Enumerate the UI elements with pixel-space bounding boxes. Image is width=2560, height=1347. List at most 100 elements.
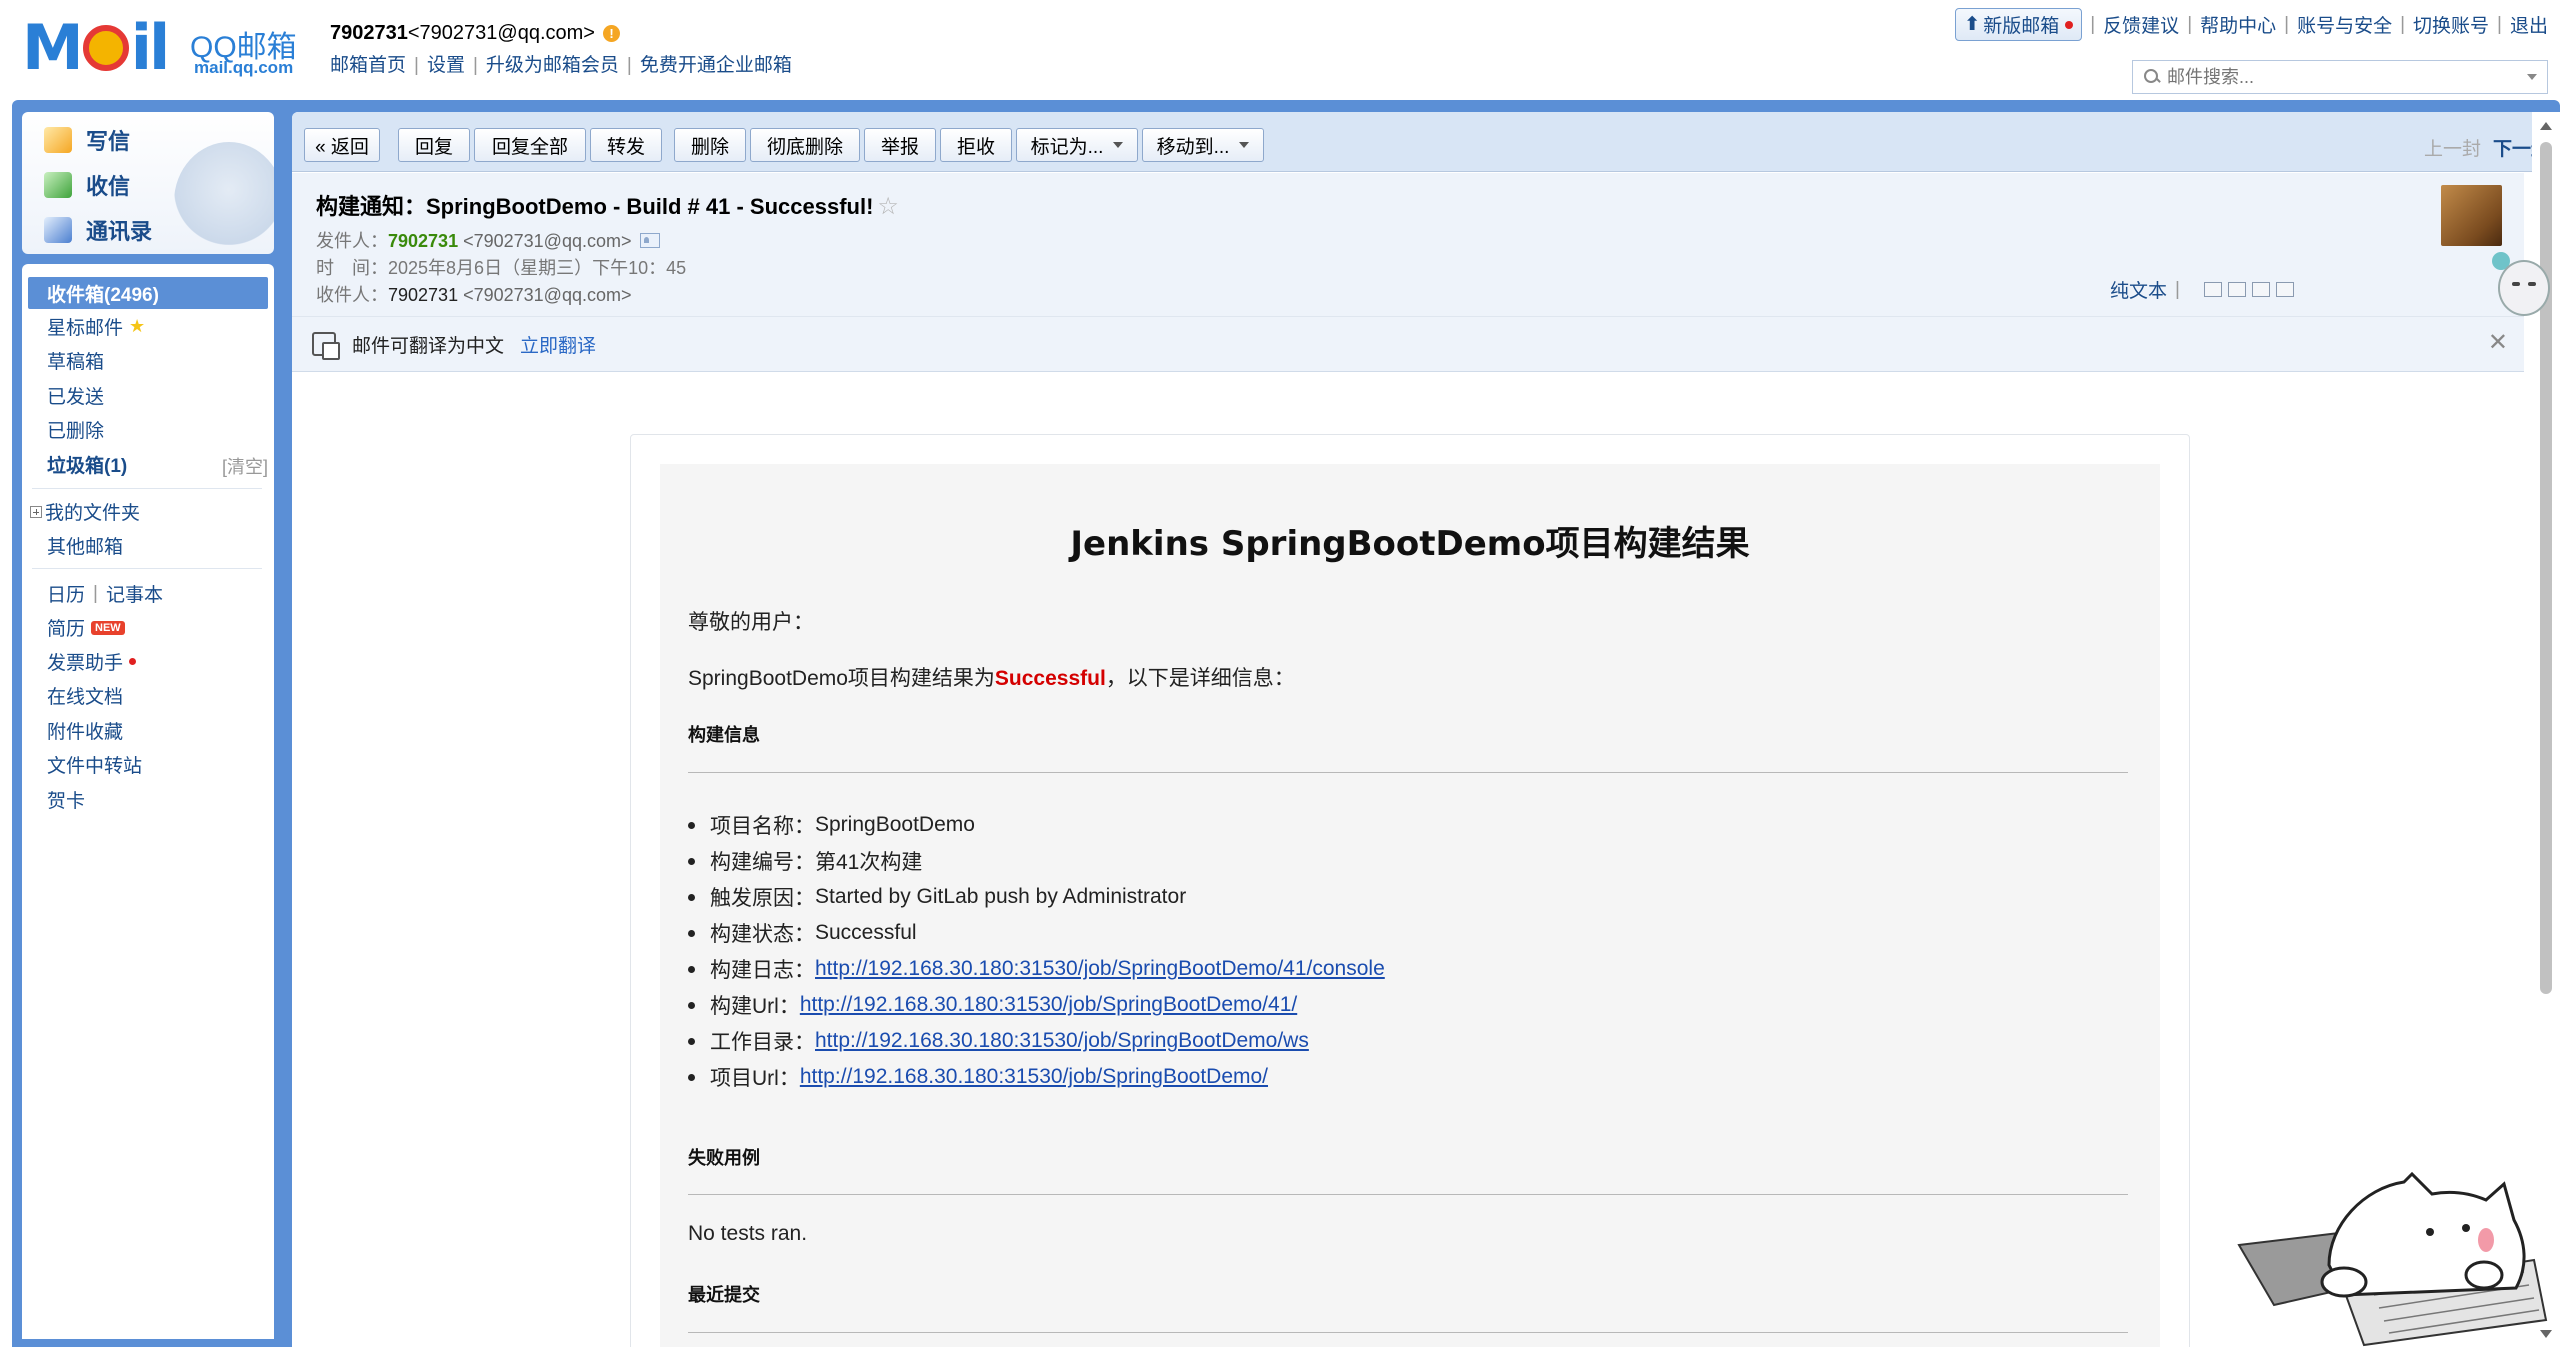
new-version-button[interactable]: ⬆ 新版邮箱 (1955, 8, 2083, 41)
expand-icon[interactable] (30, 505, 42, 518)
search-input[interactable] (2167, 66, 2527, 88)
mark-as-dropdown[interactable]: 标记为... (1016, 128, 1138, 162)
logo-domain: mail.qq.com (194, 58, 294, 77)
print-icon[interactable] (2275, 282, 2294, 297)
item-value: SpringBootDemo (815, 813, 975, 836)
plain-text-link[interactable]: 纯文本 (2110, 276, 2167, 303)
sidebar-item-docs[interactable]: 在线文档 (47, 682, 123, 709)
compose-button[interactable]: 写信 (44, 124, 130, 156)
result-status: Successful (994, 667, 1106, 690)
link-upgrade-vip[interactable]: 升级为邮箱会员 (486, 55, 619, 76)
item-label: 构建状态： (710, 923, 815, 946)
contact-card-icon[interactable] (639, 233, 660, 248)
forward-button[interactable]: 转发 (590, 128, 662, 162)
sidebar-item-junk[interactable]: 垃圾箱(1) (47, 451, 127, 478)
frame-top-bar (12, 100, 2560, 112)
expand-icon[interactable] (2227, 282, 2246, 297)
new-window-icon[interactable] (2203, 282, 2222, 297)
item-label: 工作目录： (710, 1031, 815, 1054)
sidebar-item-other-mail[interactable]: 其他邮箱 (47, 532, 123, 559)
item-label: 项目Url： (710, 1067, 800, 1090)
back-button[interactable]: « 返回 (304, 128, 380, 162)
chevron-down-icon[interactable] (2527, 74, 2537, 80)
mail-search-box[interactable] (2132, 60, 2548, 94)
item-value: 第41次构建 (815, 851, 923, 874)
my-folders-label: 我的文件夹 (45, 503, 141, 524)
item-value: Successful (815, 921, 917, 944)
link-enterprise-mail[interactable]: 免费开通企业邮箱 (640, 55, 792, 76)
sidebar-item-attachments[interactable]: 附件收藏 (47, 717, 123, 744)
save-icon[interactable] (2251, 282, 2270, 297)
list-item: 构建状态： Successful (688, 918, 917, 948)
logo-letter-m: M (22, 11, 84, 84)
sidebar-item-cards[interactable]: 贺卡 (47, 786, 85, 813)
link-switch-account[interactable]: 切换账号 (2413, 11, 2489, 38)
close-icon[interactable]: ✕ (2488, 331, 2508, 355)
sender-avatar[interactable] (2441, 185, 2502, 246)
move-to-dropdown[interactable]: 移动到... (1142, 128, 1264, 162)
report-button[interactable]: 举报 (864, 128, 936, 162)
project-url-link[interactable]: http://192.168.30.180:31530/job/SpringBo… (800, 1065, 1268, 1089)
receive-label: 收信 (86, 174, 131, 199)
link-feedback[interactable]: 反馈建议 (2103, 11, 2179, 38)
list-item: 项目名称： SpringBootDemo (688, 810, 975, 840)
sidebar-item-resume[interactable]: 简历 NEW (47, 614, 125, 641)
link-mail-home[interactable]: 邮箱首页 (330, 55, 406, 76)
warning-icon[interactable]: ! (602, 25, 620, 42)
workspace-link[interactable]: http://192.168.30.180:31530/job/SpringBo… (815, 1029, 1309, 1053)
translate-now-link[interactable]: 立即翻译 (520, 331, 596, 358)
build-url-link[interactable]: http://192.168.30.180:31530/job/SpringBo… (800, 993, 1297, 1017)
bullet-icon (688, 965, 695, 973)
top-header: Mil QQ邮箱 mail.qq.com 7902731<7902731@qq.… (0, 0, 2560, 100)
sidebar-item-starred[interactable]: 星标邮件 ★ (47, 313, 145, 340)
receive-button[interactable]: 收信 (44, 169, 130, 201)
build-info-heading: 构建信息 (688, 725, 760, 745)
logo-letters-il: il (130, 11, 170, 84)
quick-actions: 写信 收信 通讯录 (22, 112, 274, 254)
sidebar-item-calendar[interactable]: 日历 (47, 580, 85, 607)
greeting: 尊敬的用户： (688, 611, 814, 634)
sender-address: <7902731@qq.com> (463, 231, 632, 251)
mark-as-label: 标记为... (1030, 136, 1104, 158)
link-account-security[interactable]: 账号与安全 (2297, 11, 2392, 38)
recipient-name[interactable]: 7902731 (388, 285, 458, 305)
link-logout[interactable]: 退出 (2510, 11, 2548, 38)
sidebar-item-deleted[interactable]: 已删除 (47, 416, 104, 443)
sidebar-item-sent[interactable]: 已发送 (47, 382, 104, 409)
prev-mail-link[interactable]: 上一封 (2424, 139, 2481, 160)
chevron-down-icon (1239, 142, 1250, 148)
compose-icon (44, 127, 72, 153)
translate-icon (312, 332, 340, 360)
mail-body-content: Jenkins SpringBootDemo项目构建结果 尊敬的用户： Spri… (660, 464, 2160, 1347)
sidebar-item-inbox[interactable]: 收件箱(2496) (28, 277, 268, 309)
link-help[interactable]: 帮助中心 (2200, 11, 2276, 38)
scroll-up-icon[interactable] (2540, 122, 2552, 130)
new-badge: NEW (91, 620, 125, 635)
sidebar-item-file-transfer[interactable]: 文件中转站 (47, 751, 142, 778)
link-settings[interactable]: 设置 (427, 55, 465, 76)
sidebar-item-drafts[interactable]: 草稿箱 (47, 347, 104, 374)
reject-button[interactable]: 拒收 (940, 128, 1012, 162)
qq-mail-logo[interactable]: Mil QQ邮箱 mail.qq.com (22, 17, 302, 79)
item-label: 项目名称： (710, 815, 815, 838)
resume-label: 简历 (47, 619, 86, 640)
sidebar-item-my-folders[interactable]: 我的文件夹 (30, 498, 140, 525)
time-value: 2025年8月6日（星期三）下午10：45 (388, 258, 687, 278)
delete-forever-button[interactable]: 彻底删除 (750, 128, 860, 162)
contacts-button[interactable]: 通讯录 (44, 214, 152, 246)
sidebar-item-invoice[interactable]: 发票助手 (47, 648, 137, 675)
sidebar-tools-row: 日历 | 记事本 (47, 580, 163, 607)
clear-junk-link[interactable]: [清空] (222, 453, 268, 479)
sender-name[interactable]: 7902731 (388, 231, 458, 251)
sidebar-item-notes[interactable]: 记事本 (106, 580, 163, 607)
anime-mascot-decoration (2488, 252, 2558, 326)
build-log-link[interactable]: http://192.168.30.180:31530/job/SpringBo… (815, 957, 1385, 981)
reply-all-button[interactable]: 回复全部 (474, 128, 586, 162)
bullet-icon (688, 1001, 695, 1009)
delete-button[interactable]: 删除 (674, 128, 746, 162)
reply-button[interactable]: 回复 (398, 128, 470, 162)
recipient-address: <7902731@qq.com> (463, 285, 632, 305)
mail-subject: 构建通知：SpringBootDemo - Build # 41 - Succe… (316, 189, 899, 221)
star-outline-icon[interactable]: ☆ (877, 193, 899, 220)
search-icon (2143, 68, 2161, 86)
